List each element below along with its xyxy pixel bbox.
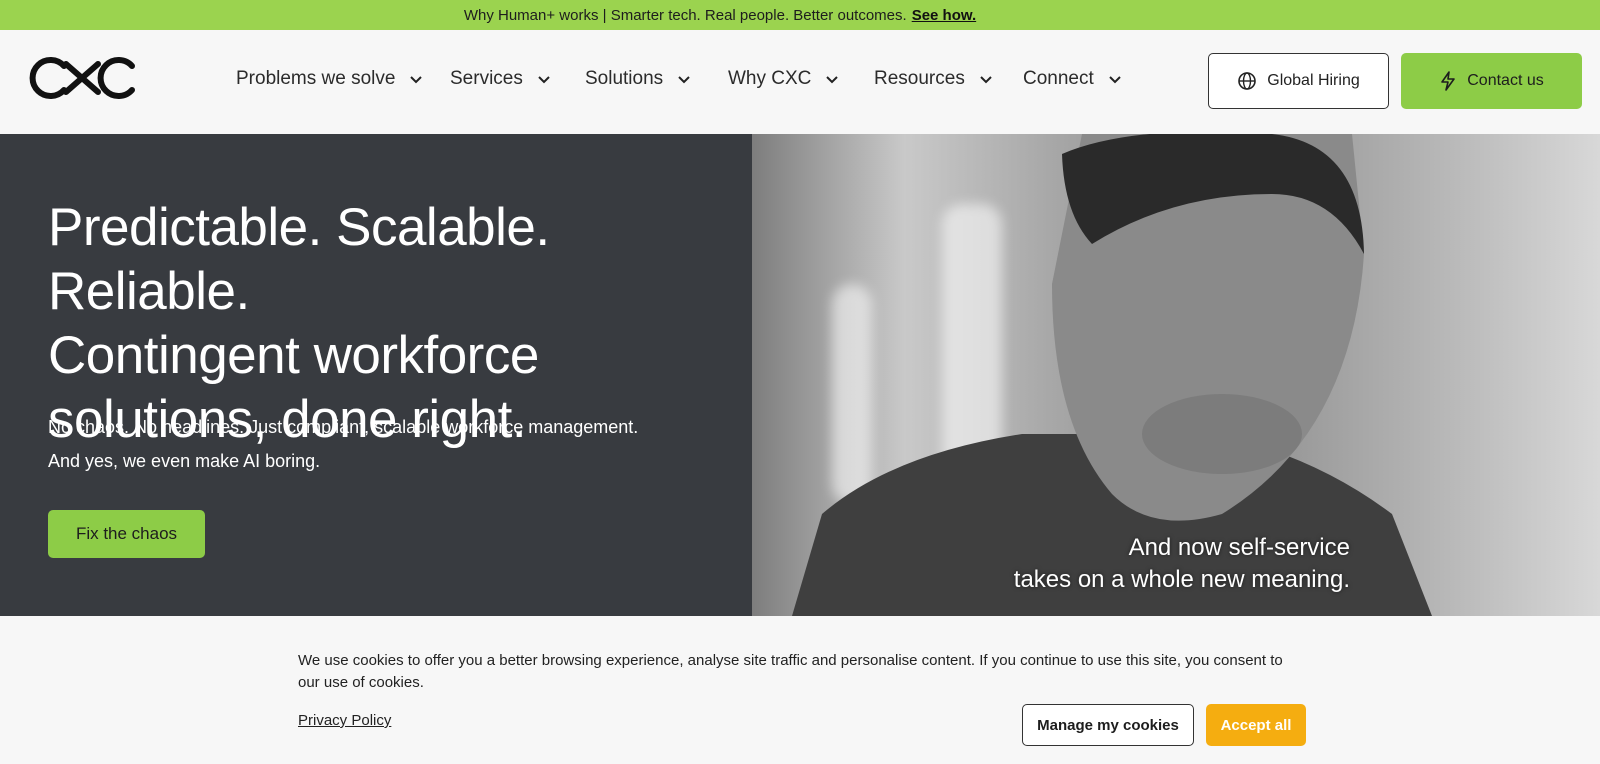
contact-us-button[interactable]: Contact us bbox=[1401, 53, 1582, 109]
chevron-down-icon bbox=[980, 76, 992, 84]
video-caption: And now self-service takes on a whole ne… bbox=[1000, 532, 1350, 596]
hero-panel: Predictable. Scalable. Reliable. Conting… bbox=[0, 134, 752, 616]
hero-title-line: Contingent workforce bbox=[48, 326, 539, 385]
hero-subtitle: No chaos. No headlines. Just compliant, … bbox=[48, 410, 728, 478]
chevron-down-icon bbox=[410, 76, 423, 84]
nav-problems-we-solve[interactable]: Problems we solve bbox=[236, 64, 450, 94]
nav-services[interactable]: Services bbox=[450, 64, 585, 94]
cookie-message: We use cookies to offer you a better bro… bbox=[298, 652, 1283, 691]
site-header: Problems we solve Services Solutions Why… bbox=[0, 30, 1600, 134]
nav-label: Problems we solve bbox=[236, 68, 396, 89]
chevron-down-icon bbox=[678, 76, 690, 84]
nav-resources[interactable]: Resources bbox=[874, 64, 1023, 94]
nav-why-cxc[interactable]: Why CXC bbox=[728, 64, 874, 94]
cxc-logo[interactable] bbox=[26, 56, 138, 100]
promo-see-how-link[interactable]: See how. bbox=[912, 7, 976, 24]
hero-title-line: Predictable. Scalable. Reliable. bbox=[48, 198, 550, 321]
nav-connect[interactable]: Connect bbox=[1023, 64, 1133, 94]
nav-label: Connect bbox=[1023, 68, 1094, 89]
chevron-down-icon bbox=[1109, 76, 1121, 84]
chevron-down-icon bbox=[538, 76, 550, 84]
nav-solutions[interactable]: Solutions bbox=[585, 64, 728, 94]
cookie-banner: We use cookies to offer you a better bro… bbox=[0, 616, 1600, 764]
main-nav: Problems we solve Services Solutions Why… bbox=[236, 64, 1133, 94]
contact-us-label: Contact us bbox=[1467, 72, 1544, 89]
hero-subtitle-line: No chaos. No headlines. Just compliant, … bbox=[48, 417, 639, 437]
lightning-icon bbox=[1441, 71, 1456, 91]
nav-label: Why CXC bbox=[728, 68, 812, 89]
promo-text: Why Human+ works | Smarter tech. Real pe… bbox=[463, 6, 907, 24]
fix-the-chaos-button[interactable]: Fix the chaos bbox=[48, 510, 205, 558]
manage-cookies-button[interactable]: Manage my cookies bbox=[1022, 704, 1194, 746]
global-hiring-button[interactable]: Global Hiring bbox=[1208, 53, 1389, 109]
hero-video[interactable]: And now self-service takes on a whole ne… bbox=[752, 134, 1600, 616]
nav-label: Solutions bbox=[585, 68, 664, 89]
promo-banner: Why Human+ works | Smarter tech. Real pe… bbox=[0, 0, 1600, 30]
nav-label: Services bbox=[450, 68, 523, 89]
hero-subtitle-line: And yes, we even make AI boring. bbox=[48, 451, 321, 471]
global-hiring-label: Global Hiring bbox=[1267, 72, 1360, 89]
nav-label: Resources bbox=[874, 68, 965, 89]
globe-icon bbox=[1238, 72, 1257, 90]
accept-all-button[interactable]: Accept all bbox=[1206, 704, 1306, 746]
caption-line: And now self-service bbox=[1128, 534, 1350, 561]
privacy-policy-link[interactable]: Privacy Policy bbox=[298, 712, 391, 729]
chevron-down-icon bbox=[826, 76, 839, 84]
caption-line: takes on a whole new meaning. bbox=[1013, 566, 1350, 593]
